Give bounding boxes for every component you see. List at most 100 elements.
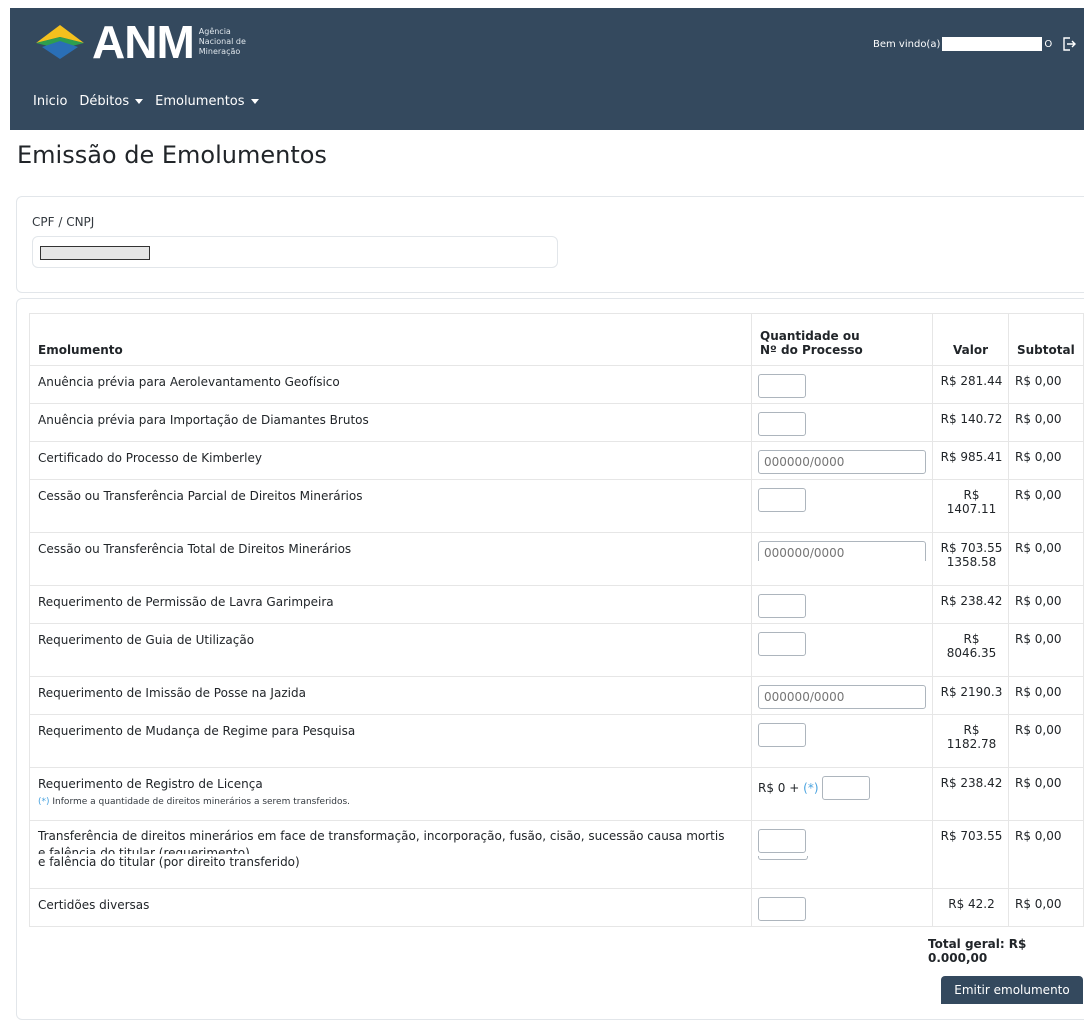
process-number-input[interactable] — [758, 685, 927, 709]
logo-text: ANM — [92, 16, 195, 68]
welcome-user: Bem vindo(a) O — [873, 37, 1077, 51]
cpf-value-redacted — [40, 246, 150, 260]
quantity-note: (*) Informe a quantidade de direitos min… — [38, 797, 743, 807]
main-nav: Inicio Débitos Emolumentos — [33, 94, 271, 109]
table-row: Transferência de direitos minerários em … — [28, 820, 1084, 889]
emolumentos-table: Emolumento Quantidade ou Nº do Processo … — [28, 313, 1084, 927]
caret-down-icon — [135, 99, 144, 104]
emolumento-name: Requerimento de Guia de Utilização — [28, 623, 753, 677]
valor-line: 1182.78 — [946, 737, 997, 751]
col-header-subtotal: Subtotal — [1007, 313, 1084, 366]
col-header-quantidade-line: Nº do Processo — [760, 343, 863, 357]
emolumento-name: Transferência de direitos minerários em … — [38, 829, 725, 843]
process-number-input[interactable] — [758, 541, 927, 561]
total-geral: Total geral: R$ 0.000,00 — [928, 937, 1027, 965]
quantity-input-overlap[interactable] — [758, 856, 809, 860]
col-header-valor: Valor — [932, 313, 1009, 366]
quantity-input[interactable] — [758, 829, 807, 853]
qty-cell — [751, 532, 934, 586]
valor-cell: R$ 8046.35 — [932, 623, 1009, 677]
emolumento-name: Certificado do Processo de Kimberley — [28, 441, 753, 480]
note-asterisk: (*) — [38, 797, 50, 807]
quantity-input[interactable] — [758, 412, 807, 436]
quantity-input[interactable] — [758, 488, 807, 512]
logo-sub-line: Agência — [198, 27, 231, 36]
valor-cell: R$ 238.42 — [932, 767, 1009, 821]
qty-cell: R$ 0 + (*) — [751, 767, 934, 821]
table-row: Requerimento de Imissão de Posse na Jazi… — [28, 676, 1084, 715]
subtotal-cell: R$ 0,00 — [1007, 714, 1084, 768]
table-row: Anuência prévia para Importação de Diama… — [28, 403, 1084, 442]
table-row: Cessão ou Transferência Parcial de Direi… — [28, 479, 1084, 533]
quantity-input[interactable] — [758, 594, 807, 618]
qty-cell — [751, 676, 934, 715]
valor-line: 8046.35 — [946, 646, 997, 660]
quantity-input[interactable] — [758, 374, 807, 398]
subtotal-cell: R$ 0,00 — [1007, 365, 1084, 404]
table-row: Requerimento de Permissão de Lavra Garim… — [28, 585, 1084, 624]
valor-line: R$ — [963, 488, 980, 502]
subtotal-cell: R$ 0,00 — [1007, 403, 1084, 442]
table-row: Certificado do Processo de Kimberley R$ … — [28, 441, 1084, 480]
table-row: Requerimento de Mudança de Regime para P… — [28, 714, 1084, 768]
table-row: Requerimento de Registro de Licença (*) … — [28, 767, 1084, 821]
valor-cell: R$ 238.42 — [932, 585, 1009, 624]
emolumento-name: Requerimento de Permissão de Lavra Garim… — [28, 585, 753, 624]
table-row: Requerimento de Guia de Utilização R$ 804… — [28, 623, 1084, 677]
table-row: Anuência prévia para Aerolevantamento Ge… — [28, 365, 1084, 404]
col-header-quantidade: Quantidade ou Nº do Processo — [751, 313, 934, 366]
nav-inicio[interactable]: Inicio — [33, 94, 67, 109]
logout-icon[interactable] — [1062, 37, 1077, 51]
emolumento-name: Certidões diversas — [28, 888, 753, 927]
emit-emolumento-button[interactable]: Emitir emolumento — [941, 976, 1083, 1004]
cpf-label: CPF / CNPJ — [32, 215, 95, 229]
note-text: Informe a quantidade de direitos minerár… — [52, 797, 351, 807]
emolumento-name: Requerimento de Registro de Licença — [38, 777, 263, 791]
licence-quantity-input[interactable] — [822, 776, 871, 800]
qty-cell — [751, 820, 934, 889]
valor-cell: R$ 2190.3 — [932, 676, 1009, 715]
subtotal-cell: R$ 0,00 — [1007, 623, 1084, 677]
nav-label: Débitos — [79, 94, 130, 109]
quantity-input[interactable] — [758, 723, 807, 747]
valor-cell: R$ 703.55 — [932, 820, 1009, 889]
subtotal-cell: R$ 0,00 — [1007, 441, 1084, 480]
valor-cell: R$ 140.72 — [932, 403, 1009, 442]
subtotal-cell: R$ 0,00 — [1007, 585, 1084, 624]
process-number-input[interactable] — [758, 450, 927, 474]
emolumento-name: Cessão ou Transferência Parcial de Direi… — [28, 479, 753, 533]
logo-subtitle: Agência Nacional de Mineração — [199, 27, 259, 57]
valor-cell: R$ 1407.11 — [932, 479, 1009, 533]
qty-cell — [751, 888, 934, 927]
emolumento-name: Requerimento de Imissão de Posse na Jazi… — [28, 676, 753, 715]
caret-down-icon — [250, 99, 259, 104]
anm-logo[interactable]: ANM Agência Nacional de Mineração — [32, 18, 259, 66]
emolumentos-table-wrap: Emolumento Quantidade ou Nº do Processo … — [28, 313, 1084, 927]
emolumento-name: Anuência prévia para Importação de Diama… — [28, 403, 753, 442]
valor-line: 1407.11 — [946, 502, 997, 516]
user-name-redacted — [942, 37, 1043, 51]
qty-cell — [751, 714, 934, 768]
qty-cell — [751, 585, 934, 624]
valor-cell: R$ 703.55 1358.58 — [932, 532, 1009, 586]
valor-cell: R$ 1182.78 — [932, 714, 1009, 768]
nav-emolumentos[interactable]: Emolumentos — [155, 94, 259, 109]
quantity-input[interactable] — [758, 632, 807, 656]
emolumento-name-cell: Requerimento de Registro de Licença (*) … — [28, 767, 753, 821]
emolumento-name: Cessão ou Transferência Total de Direito… — [28, 532, 753, 586]
emolumento-name: Requerimento de Mudança de Regime para P… — [28, 714, 753, 768]
valor-cell: R$ 985.41 — [932, 441, 1009, 480]
licence-asterisk: (*) — [803, 781, 819, 795]
qty-cell — [751, 365, 934, 404]
nav-label: Emolumentos — [155, 94, 245, 109]
subtotal-cell: R$ 0,00 — [1007, 767, 1084, 821]
qty-cell — [751, 479, 934, 533]
welcome-label: Bem vindo(a) — [873, 38, 941, 50]
valor-line: R$ 703.55 — [940, 541, 1003, 555]
quantity-input[interactable] — [758, 897, 807, 921]
emolumento-name: e falência do titular (por direito trans… — [38, 855, 300, 869]
cpf-input[interactable] — [32, 236, 558, 268]
anm-logo-icon — [36, 25, 84, 59]
nav-debitos[interactable]: Débitos — [79, 94, 144, 109]
subtotal-cell: R$ 0,00 — [1007, 676, 1084, 715]
